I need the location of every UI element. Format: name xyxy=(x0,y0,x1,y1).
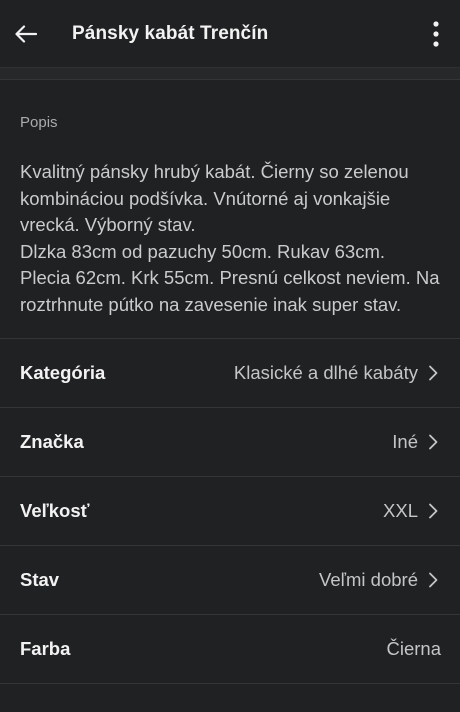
detail-row-category[interactable]: Kategória Klasické a dlhé kabáty xyxy=(0,339,460,408)
detail-label: Stav xyxy=(20,569,60,590)
description-label: Popis xyxy=(20,114,58,131)
detail-value: Veľmi dobré xyxy=(319,569,418,590)
detail-label: Značka xyxy=(20,431,84,452)
chevron-right-icon xyxy=(428,433,442,451)
detail-value: Iné xyxy=(392,431,418,452)
detail-label: Farba xyxy=(20,638,71,659)
app-bar: Pánsky kabát Trenčín xyxy=(0,0,460,68)
detail-label: Kategória xyxy=(20,362,106,383)
details-list: Kategória Klasické a dlhé kabáty Značka … xyxy=(0,339,460,684)
chevron-right-icon xyxy=(428,571,442,589)
description-section: Popis Kvalitný pánsky hrubý kabát. Čiern… xyxy=(0,80,460,339)
detail-row-condition[interactable]: Stav Veľmi dobré xyxy=(0,546,460,615)
detail-row-brand[interactable]: Značka Iné xyxy=(0,408,460,477)
detail-row-color: Farba Čierna xyxy=(0,615,460,684)
detail-value: Čierna xyxy=(386,638,442,659)
chevron-right-icon xyxy=(428,364,442,382)
detail-label: Veľkosť xyxy=(20,500,90,521)
section-separator xyxy=(0,68,460,80)
page-title: Pánsky kabát Trenčín xyxy=(72,22,269,44)
more-options-button[interactable] xyxy=(422,14,450,54)
chevron-right-icon xyxy=(428,502,442,520)
detail-value: Klasické a dlhé kabáty xyxy=(233,362,418,383)
more-vertical-icon xyxy=(433,21,439,47)
arrow-left-icon xyxy=(15,24,37,43)
detail-row-size[interactable]: Veľkosť XXL xyxy=(0,477,460,546)
detail-value: XXL xyxy=(383,500,418,521)
back-button[interactable] xyxy=(0,0,52,68)
description-text: Kvalitný pánsky hrubý kabát. Čierny so z… xyxy=(20,161,440,315)
